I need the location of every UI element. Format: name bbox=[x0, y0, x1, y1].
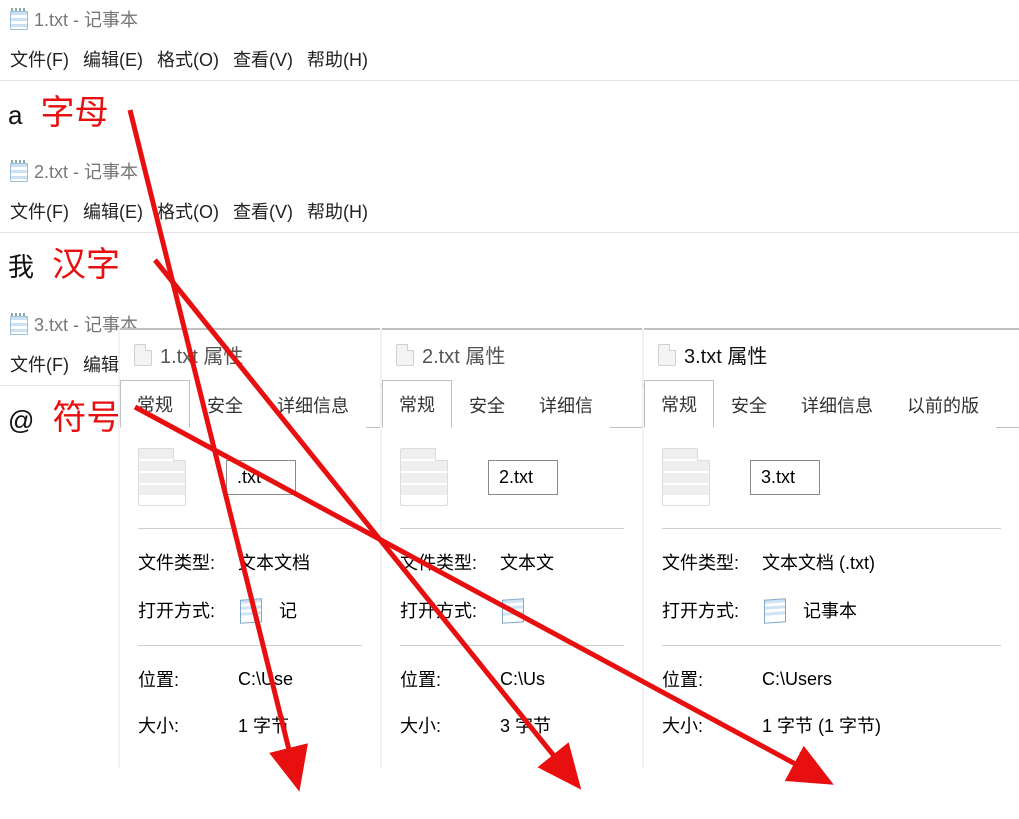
editor-area[interactable]: a 字母 bbox=[0, 81, 1019, 144]
dialog-title-bar[interactable]: 1.txt 属性 bbox=[120, 330, 380, 379]
notepad-small-icon bbox=[500, 595, 530, 625]
tab-previous[interactable]: 以前的版 bbox=[890, 381, 996, 428]
notepad-app-icon bbox=[10, 8, 28, 30]
tab-details[interactable]: 详细信 bbox=[522, 381, 610, 428]
properties-dialog-1: 1.txt 属性 常规 安全 详细信息 .txt 文件类型: 文本文档 打开方式… bbox=[120, 328, 380, 768]
location-label: 位置: bbox=[662, 666, 762, 692]
notepad-window-2: 2.txt - 记事本 文件(F) 编辑(E) 格式(O) 查看(V) 帮助(H… bbox=[0, 152, 1019, 296]
menu-edit[interactable]: 编辑(E) bbox=[83, 46, 143, 72]
window-title: 1.txt - 记事本 bbox=[34, 6, 138, 32]
open-with-value bbox=[500, 595, 624, 625]
size-value: 3 字节 bbox=[500, 712, 624, 738]
tab-bar: 常规 安全 详细信息 以前的版 bbox=[644, 379, 1019, 428]
editor-area[interactable]: 我 汉字 bbox=[0, 233, 1019, 296]
dialog-body: 2.txt 文件类型: 文本文 打开方式: 位置: C:\Us 大小: 3 字节 bbox=[382, 428, 642, 768]
file-type-label: 文件类型: bbox=[662, 549, 762, 575]
size-value: 1 字节 bbox=[238, 712, 362, 738]
tab-details[interactable]: 详细信息 bbox=[784, 381, 890, 428]
dialog-title-bar[interactable]: 2.txt 属性 bbox=[382, 330, 642, 379]
file-type-value: 文本文 bbox=[500, 549, 624, 575]
window-title: 2.txt - 记事本 bbox=[34, 158, 138, 184]
dialog-title: 2.txt 属性 bbox=[422, 340, 505, 369]
open-with-label: 打开方式: bbox=[400, 597, 500, 623]
document-thumb-icon bbox=[662, 448, 710, 506]
menu-help[interactable]: 帮助(H) bbox=[307, 46, 368, 72]
file-icon bbox=[396, 344, 414, 366]
menu-edit[interactable]: 编辑(E) bbox=[83, 198, 143, 224]
menu-format[interactable]: 格式(O) bbox=[157, 198, 219, 224]
dialog-body: .txt 文件类型: 文本文档 打开方式: 记 位置: C:\Use 大小: 1… bbox=[120, 428, 380, 768]
file-type-label: 文件类型: bbox=[400, 549, 500, 575]
title-bar[interactable]: 1.txt - 记事本 bbox=[0, 0, 1019, 38]
properties-dialog-3: 3.txt 属性 常规 安全 详细信息 以前的版 3.txt 文件类型: 文本文… bbox=[644, 328, 1019, 768]
file-icon bbox=[658, 344, 676, 366]
menu-file[interactable]: 文件(F) bbox=[10, 198, 69, 224]
filename-input[interactable]: 2.txt bbox=[488, 460, 558, 495]
tab-general[interactable]: 常规 bbox=[644, 380, 714, 428]
notepad-small-icon bbox=[238, 595, 268, 625]
tab-bar: 常规 安全 详细信 bbox=[382, 379, 642, 428]
open-with-label: 打开方式: bbox=[662, 597, 762, 623]
menu-view[interactable]: 查看(V) bbox=[233, 198, 293, 224]
notepad-small-icon bbox=[762, 595, 792, 625]
menu-format[interactable]: 格式(O) bbox=[157, 46, 219, 72]
editor-text: a bbox=[8, 100, 22, 131]
file-type-value: 文本文档 bbox=[238, 549, 362, 575]
menu-view[interactable]: 查看(V) bbox=[233, 46, 293, 72]
open-with-label: 打开方式: bbox=[138, 597, 238, 623]
filename-input[interactable]: 3.txt bbox=[750, 460, 820, 495]
file-icon bbox=[134, 344, 152, 366]
filename-input[interactable]: .txt bbox=[226, 460, 296, 495]
open-with-value: 记 bbox=[238, 595, 362, 625]
open-with-value: 记事本 bbox=[762, 595, 1001, 625]
notepad-app-icon bbox=[10, 160, 28, 182]
annotation-hanzi: 汉字 bbox=[52, 237, 120, 286]
tab-bar: 常规 安全 详细信息 bbox=[120, 379, 380, 428]
notepad-window-1: 1.txt - 记事本 文件(F) 编辑(E) 格式(O) 查看(V) 帮助(H… bbox=[0, 0, 1019, 144]
dialog-title: 3.txt 属性 bbox=[684, 340, 767, 369]
tab-security[interactable]: 安全 bbox=[452, 381, 522, 428]
dialog-title: 1.txt 属性 bbox=[160, 340, 243, 369]
location-label: 位置: bbox=[400, 666, 500, 692]
size-label: 大小: bbox=[138, 712, 238, 738]
file-type-label: 文件类型: bbox=[138, 549, 238, 575]
menu-bar: 文件(F) 编辑(E) 格式(O) 查看(V) 帮助(H) bbox=[0, 190, 1019, 233]
editor-text: @ bbox=[8, 405, 34, 436]
tab-security[interactable]: 安全 bbox=[714, 381, 784, 428]
annotation-symbol: 符号 bbox=[52, 390, 120, 439]
editor-text: 我 bbox=[8, 247, 34, 284]
tab-general[interactable]: 常规 bbox=[382, 380, 452, 428]
size-label: 大小: bbox=[662, 712, 762, 738]
menu-file[interactable]: 文件(F) bbox=[10, 351, 69, 377]
location-value: C:\Users bbox=[762, 669, 1001, 690]
menu-help[interactable]: 帮助(H) bbox=[307, 198, 368, 224]
properties-dialog-2: 2.txt 属性 常规 安全 详细信 2.txt 文件类型: 文本文 打开方式:… bbox=[382, 328, 642, 768]
menu-bar: 文件(F) 编辑(E) 格式(O) 查看(V) 帮助(H) bbox=[0, 38, 1019, 81]
file-type-value: 文本文档 (.txt) bbox=[762, 549, 1001, 575]
document-thumb-icon bbox=[400, 448, 448, 506]
location-value: C:\Use bbox=[238, 669, 362, 690]
tab-general[interactable]: 常规 bbox=[120, 380, 190, 428]
title-bar[interactable]: 2.txt - 记事本 bbox=[0, 152, 1019, 190]
tab-details[interactable]: 详细信息 bbox=[260, 381, 366, 428]
tab-security[interactable]: 安全 bbox=[190, 381, 260, 428]
notepad-app-icon bbox=[10, 313, 28, 335]
location-value: C:\Us bbox=[500, 669, 624, 690]
menu-file[interactable]: 文件(F) bbox=[10, 46, 69, 72]
location-label: 位置: bbox=[138, 666, 238, 692]
dialog-title-bar[interactable]: 3.txt 属性 bbox=[644, 330, 1019, 379]
menu-edit[interactable]: 编辑 bbox=[83, 351, 119, 377]
dialog-body: 3.txt 文件类型: 文本文档 (.txt) 打开方式: 记事本 位置: C:… bbox=[644, 428, 1019, 768]
annotation-letter: 字母 bbox=[40, 85, 108, 134]
document-thumb-icon bbox=[138, 448, 186, 506]
size-label: 大小: bbox=[400, 712, 500, 738]
size-value: 1 字节 (1 字节) bbox=[762, 712, 1001, 738]
